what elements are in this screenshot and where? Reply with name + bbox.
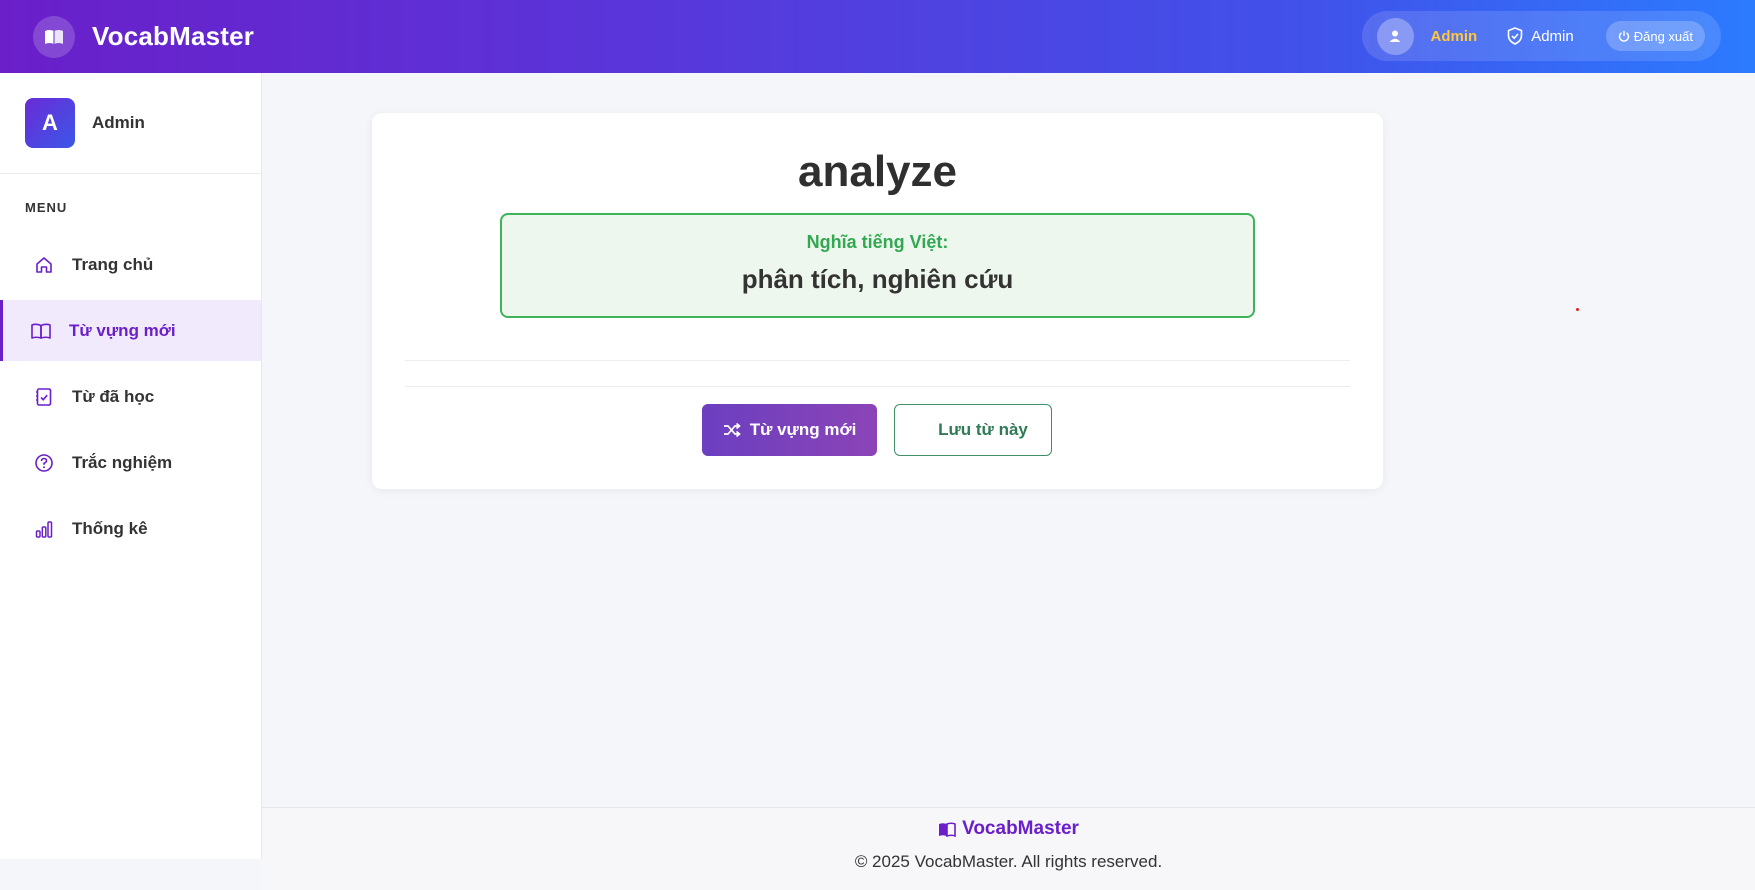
sidebar-item-home[interactable]: Trang chủ: [0, 234, 261, 295]
copyright: © 2025 VocabMaster. All rights reserved.: [854, 852, 1163, 871]
bar-chart-icon: [33, 518, 55, 540]
power-icon: [1618, 30, 1629, 42]
avatar: A: [25, 98, 75, 148]
meaning-box: Nghĩa tiếng Việt: phân tích, nghiên cứu: [500, 213, 1255, 318]
footer-brand: VocabMaster: [262, 818, 1755, 840]
stray-dot: [1576, 308, 1579, 311]
sidebar-item-label: Thống kê: [72, 518, 148, 538]
vocab-card: analyze Nghĩa tiếng Việt: phân tích, ngh…: [372, 113, 1383, 489]
sidebar-item-label: Trang chủ: [72, 254, 154, 274]
new-word-button[interactable]: Từ vựng mới: [702, 404, 877, 456]
book-icon: [30, 320, 52, 342]
logout-label: Đăng xuất: [1633, 28, 1693, 44]
role-badge: Admin: [1507, 27, 1574, 45]
sidebar-item-new-words[interactable]: Từ vựng mới: [0, 300, 261, 361]
shield-icon: [1507, 27, 1523, 45]
checklist-icon: [33, 386, 55, 408]
book-open-icon: [33, 15, 75, 58]
vocab-word: analyze: [798, 147, 957, 196]
shuffle-icon: [723, 422, 741, 438]
meaning-label: Nghĩa tiếng Việt:: [806, 232, 949, 252]
sidebar: A Admin MENU Trang chủ Từ vựng mới Từ đã…: [0, 73, 262, 859]
question-icon: [33, 452, 55, 474]
sidebar-item-quiz[interactable]: Trắc nghiệm: [0, 432, 261, 493]
sidebar-item-statistics[interactable]: Thống kê: [0, 498, 261, 559]
top-header: VocabMaster Admin Admin Đăng xuất: [0, 0, 1755, 73]
user-menu: Admin Admin Đăng xuất: [1361, 11, 1721, 61]
home-icon: [33, 254, 55, 276]
footer-brand-name[interactable]: VocabMaster: [962, 818, 1079, 840]
footer: VocabMaster © 2025 VocabMaster. All righ…: [262, 807, 1755, 890]
divider: [405, 386, 1350, 387]
meaning-text: phân tích, nghiên cứu: [741, 264, 1014, 294]
logout-button[interactable]: Đăng xuất: [1605, 21, 1705, 51]
divider: [405, 360, 1350, 361]
app-title[interactable]: VocabMaster: [92, 21, 254, 52]
user-avatar-icon[interactable]: [1376, 17, 1414, 55]
sidebar-item-learned-words[interactable]: Từ đã học: [0, 366, 261, 427]
sidebar-item-label: Trắc nghiệm: [72, 452, 173, 472]
save-word-label: Lưu từ này: [938, 420, 1028, 439]
sidebar-item-label: Từ vựng mới: [69, 320, 176, 340]
save-word-button[interactable]: Lưu từ này: [894, 404, 1052, 456]
profile-name: Admin: [92, 113, 145, 132]
user-name: Admin: [1430, 27, 1478, 45]
role-label: Admin: [1531, 27, 1574, 45]
new-word-label: Từ vựng mới: [749, 420, 857, 439]
sidebar-profile: A Admin: [0, 73, 261, 174]
sidebar-item-label: Từ đã học: [72, 386, 155, 406]
menu-heading: MENU: [25, 200, 68, 215]
book-open-icon: [939, 821, 956, 837]
